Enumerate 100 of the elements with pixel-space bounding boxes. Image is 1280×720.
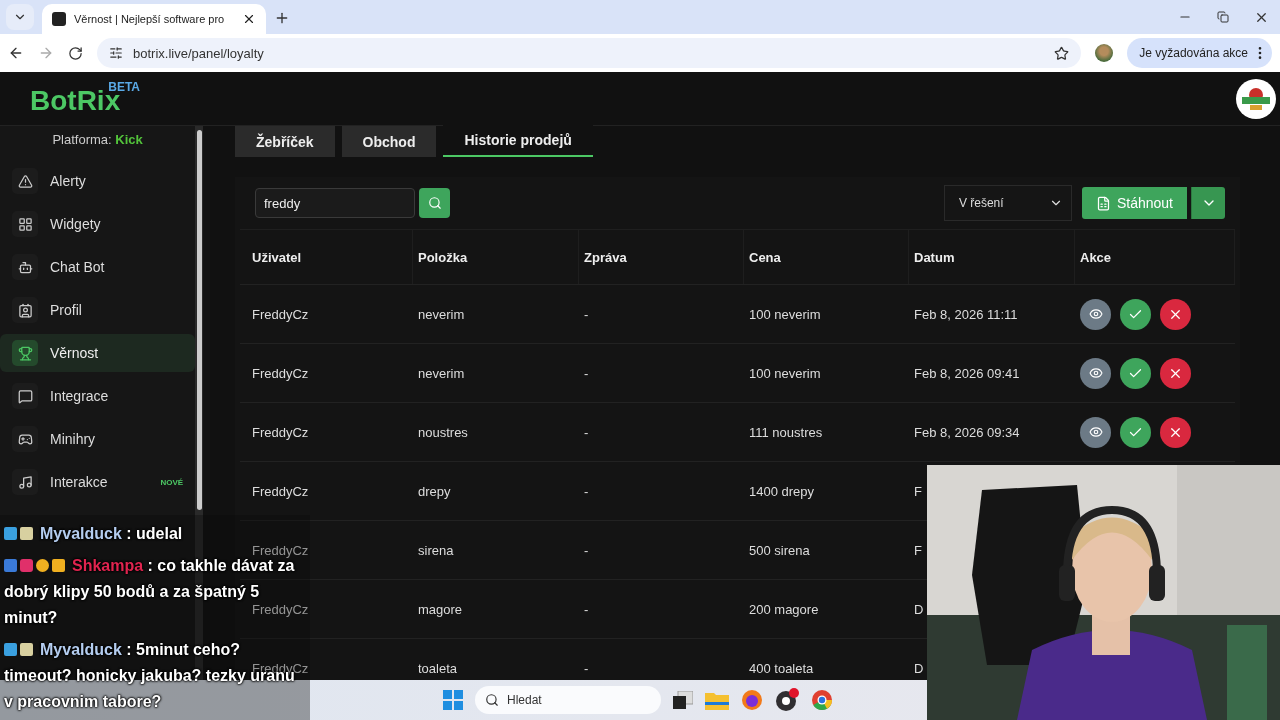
reject-button[interactable] [1160,357,1191,389]
tab[interactable]: Historie prodejů [443,124,593,157]
table-cell-text: FreddyCz [251,365,310,381]
logo[interactable]: BotRixBETA [30,80,140,117]
column-header[interactable]: Akce [1075,230,1235,284]
table-cell-text: - [583,660,590,676]
table-cell-text: - [583,306,590,322]
sidebar-item[interactable]: Alerty [0,162,196,200]
sidebar-item[interactable]: Widgety [0,205,196,243]
table-cell-text: magore [417,601,464,617]
table-cell-text: - [583,542,590,558]
search-field[interactable]: freddy [255,188,415,218]
channel-avatar[interactable] [1236,78,1276,119]
sidebar-item[interactable]: Věrnost [0,334,196,372]
task-view-icon[interactable] [673,691,693,709]
status-dropdown[interactable]: V řešení [943,185,1072,221]
table-cell-text: 200 magore [748,601,820,617]
search-icon [485,693,499,707]
table-cell-text: 111 noustres [748,424,824,440]
browser-tab[interactable]: Věrnost | Nejlepší software pro [42,4,266,34]
recorder-icon[interactable] [775,688,799,712]
table-cell-text: neverim [417,306,466,322]
view-button[interactable] [1080,298,1111,330]
table-cell-text: FreddyCz [251,306,310,322]
platform-label: Platforma: Kick [51,132,144,147]
table-cell-text: 500 sirena [748,542,811,558]
chat-icon [17,388,33,404]
table-cell-text: FreddyCz [251,424,310,440]
table-cell-text: Feb 8, 2026 09:34 [913,424,1021,440]
restore-icon[interactable] [1217,11,1229,23]
grid-icon [17,216,33,232]
reject-button[interactable] [1160,298,1191,330]
table-cell-text: 100 neverim [748,306,822,322]
folder-icon[interactable] [705,690,729,710]
site-icon [52,12,66,26]
taskbar-search-field[interactable]: Hledat [475,686,661,714]
table-cell-text: Feb 8, 2026 09:41 [913,365,1021,381]
profile-avatar[interactable] [1095,44,1114,62]
search-button[interactable] [419,188,450,218]
search-icon [427,196,442,210]
sidebar-item[interactable]: Minihry [0,420,196,458]
eye-icon [1088,366,1103,380]
approve-button[interactable] [1120,357,1151,389]
column-header[interactable]: Uživatel [247,230,413,284]
table-cell-text: D [913,660,925,676]
sidebar-item[interactable]: Integrace [0,377,196,415]
table-cell-text: - [583,424,590,440]
action-required-button[interactable]: Je vyžadována akce [1127,38,1272,68]
new-label: NOVÉ [160,477,184,487]
sidebar-item[interactable]: Profil [0,291,196,329]
table-cell-text: - [583,483,590,499]
sidebar-item[interactable]: Chat Bot [0,248,196,286]
site-settings-icon[interactable] [109,46,123,60]
eye-icon [1088,425,1103,439]
approve-button[interactable] [1120,416,1151,448]
table-cell-text: - [583,365,590,381]
table-cell-text: 1400 drepy [748,483,816,499]
warning-icon [17,173,33,189]
reload-icon[interactable] [68,45,83,61]
table-cell-text: - [583,601,590,617]
tab[interactable]: Obchod [341,126,437,157]
column-header[interactable]: Datum [909,230,1075,284]
spreadsheet-icon [1095,195,1111,211]
id-card-icon [17,302,33,318]
back-icon[interactable] [8,45,24,61]
table-cell-text: F [913,542,923,558]
music-icon [17,474,33,490]
tab[interactable]: Žebříček [235,126,335,157]
eye-icon [1088,307,1103,321]
robot-icon [17,259,33,275]
approve-button[interactable] [1120,298,1151,330]
table-cell-text: noustres [417,424,469,440]
table-cell-text: toaleta [417,660,459,676]
column-header[interactable]: Zpráva [579,230,744,284]
table-cell-text: Feb 8, 2026 11:11 [913,306,1019,322]
view-button[interactable] [1080,416,1111,448]
table-cell-text: neverim [417,365,466,381]
table-cell-text: sirena [417,542,455,558]
table-cell-text: F [913,483,923,499]
download-options-button[interactable] [1191,187,1225,219]
trophy-icon [17,345,33,361]
address-bar[interactable]: botrix.live/panel/loyalty [97,38,1082,68]
bookmark-star-icon[interactable] [1054,45,1070,61]
table-cell-text: FreddyCz [251,483,310,499]
table-cell-text: 100 neverim [748,365,822,381]
view-button[interactable] [1080,357,1111,389]
sidebar-item[interactable]: Interakce NOVÉ [0,463,196,501]
scrollbar-thumb[interactable] [196,130,202,510]
table-cell-text: FreddyCz [251,601,310,617]
reject-button[interactable] [1160,416,1191,448]
close-icon[interactable] [242,12,256,26]
browser-icon[interactable] [741,689,763,711]
table-cell-text: D [913,601,925,617]
column-header[interactable]: Položka [413,230,579,284]
new-tab-icon[interactable] [274,10,290,26]
table-cell-text: drepy [417,483,452,499]
windows-start-icon[interactable] [443,690,463,710]
gamepad-icon [17,431,33,447]
column-header[interactable]: Cena [744,230,909,284]
table-cell-text: 400 toaleta [748,660,815,676]
